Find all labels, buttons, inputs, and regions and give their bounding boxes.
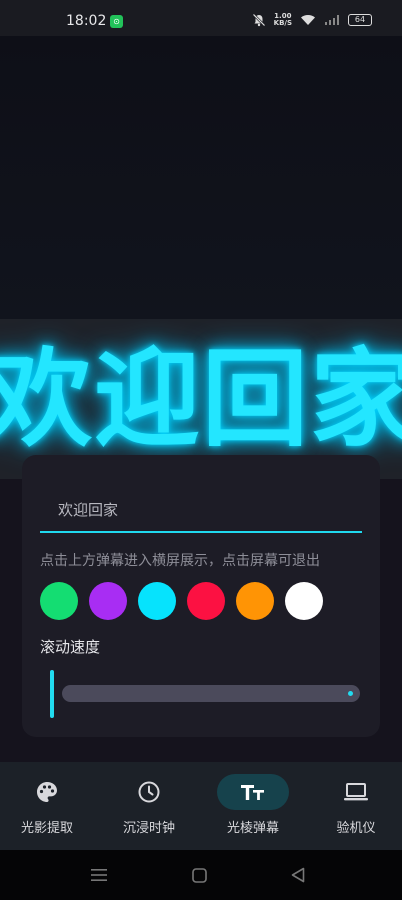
nav-label: 验机仪 (336, 821, 376, 836)
wifi-icon (301, 15, 315, 25)
status-bar: 18:02 ⊙ 1.00 KB/S 64 (0, 0, 402, 36)
speed-label: 滚动速度 (40, 638, 101, 656)
network-speed-unit: KB/S (273, 19, 292, 27)
color-swatch-5[interactable] (236, 582, 274, 620)
danmaku-text-input[interactable] (40, 487, 362, 533)
system-navigation-bar (0, 850, 402, 900)
status-time: 18:02 (66, 13, 107, 29)
back-icon[interactable] (291, 867, 305, 883)
palette-icon (37, 782, 57, 802)
color-swatch-4[interactable] (187, 582, 225, 620)
speed-slider-track[interactable] (62, 685, 360, 702)
danmaku-settings-card: 点击上方弹幕进入横屏展示，点击屏幕可退出 滚动速度 (22, 455, 380, 737)
preview-area (0, 36, 402, 319)
nav-label: 光影提取 (20, 821, 73, 836)
danmaku-text: 欢迎回家 (0, 338, 402, 461)
color-swatch-1[interactable] (40, 582, 78, 620)
menu-icon[interactable] (91, 868, 107, 882)
laptop-icon (344, 783, 368, 801)
nav-item-prism-danmaku[interactable]: 光棱弹幕 (203, 762, 303, 850)
battery-icon: 64 (348, 14, 372, 26)
clock-icon (138, 781, 160, 803)
nav-label: 沉浸时钟 (122, 821, 175, 836)
color-swatch-3[interactable] (138, 582, 176, 620)
cellular-signal-icon (325, 15, 339, 25)
notification-app-icon: ⊙ (110, 15, 123, 28)
speed-slider-thumb[interactable] (50, 670, 54, 718)
home-icon[interactable] (192, 868, 207, 883)
hint-text: 点击上方弹幕进入横屏展示，点击屏幕可退出 (40, 553, 320, 569)
text-size-icon (241, 785, 264, 800)
color-swatch-6[interactable] (285, 582, 323, 620)
nav-active-indicator (217, 774, 289, 810)
nav-item-light-extract[interactable]: 光影提取 (0, 762, 97, 850)
slider-end-dot (348, 691, 353, 696)
color-swatch-2[interactable] (89, 582, 127, 620)
color-swatches (40, 582, 323, 620)
nav-item-device-checker[interactable]: 验机仪 (306, 762, 402, 850)
mute-bell-icon (252, 13, 265, 27)
status-icons: 1.00 KB/S 64 (252, 13, 372, 27)
nav-item-immersive-clock[interactable]: 沉浸时钟 (99, 762, 199, 850)
bottom-navigation: 光影提取 沉浸时钟 光棱弹幕 验机仪 (0, 762, 402, 850)
network-speed: 1.00 KB/S (274, 13, 292, 27)
nav-label: 光棱弹幕 (226, 821, 279, 836)
